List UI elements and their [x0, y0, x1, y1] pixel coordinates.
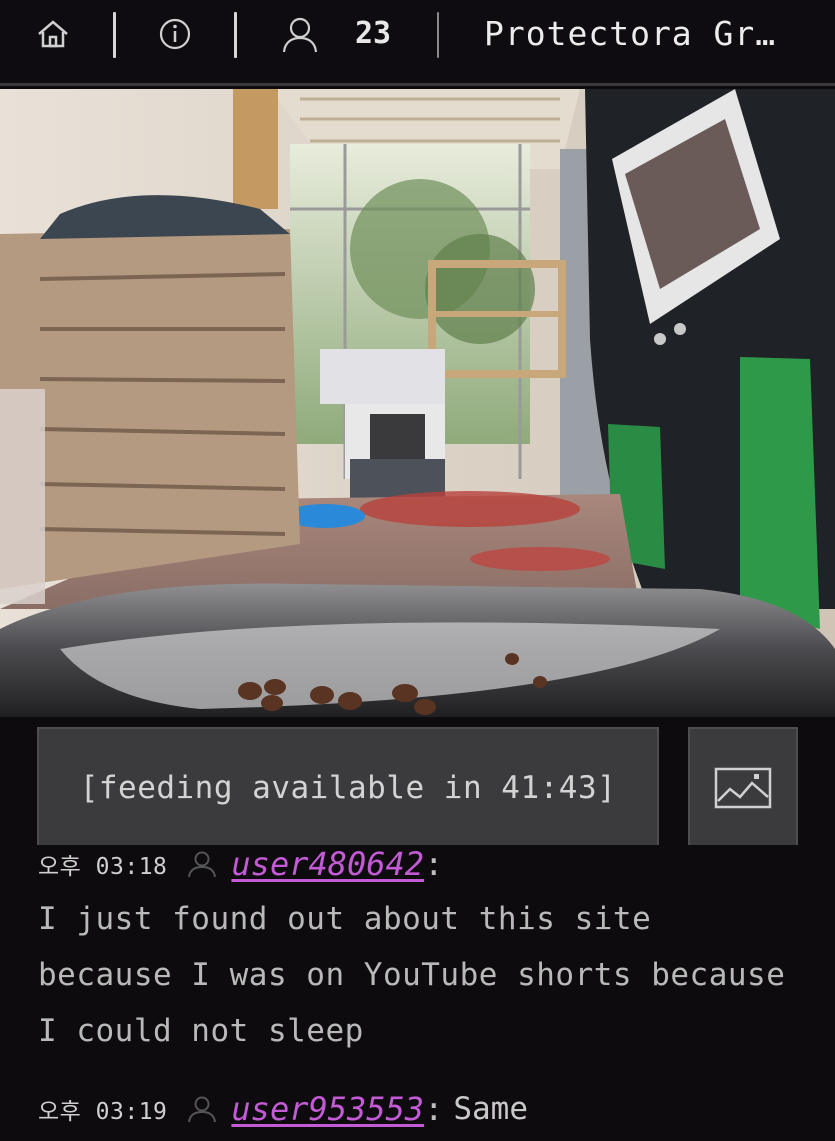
username-link[interactable]: user480642: [231, 845, 424, 883]
stream-scene: [0, 89, 835, 717]
room-title[interactable]: Protectora Gr…: [484, 12, 776, 56]
chat-panel[interactable]: 오후 03:18 user480642 : I just found out a…: [0, 845, 835, 1141]
user-icon: [187, 850, 217, 878]
divider: [234, 12, 237, 58]
user-icon: [187, 1095, 217, 1123]
viewer-count: 23: [355, 16, 392, 51]
image-icon: [714, 767, 772, 809]
user-icon: [280, 14, 320, 54]
message-meta: 오후 03:19 user953553 : Same: [38, 1090, 808, 1128]
message-text: I just found out about this site because…: [38, 901, 786, 1049]
chat-message: 오후 03:19 user953553 : Same: [38, 1090, 808, 1128]
colon: :: [424, 1090, 444, 1128]
username-link[interactable]: user953553: [231, 1090, 424, 1128]
feed-button[interactable]: [feeding available in 41:43]: [37, 727, 659, 849]
divider: [113, 12, 116, 58]
message-meta: 오후 03:18 user480642 :: [38, 845, 808, 883]
message-time: 오후 03:19: [38, 1099, 168, 1125]
live-stream-video[interactable]: [0, 89, 835, 717]
message-text: Same: [453, 1091, 528, 1127]
top-bar: 23 Protectora Gr…: [0, 0, 835, 86]
snapshot-button[interactable]: [688, 727, 798, 849]
divider: [437, 12, 439, 58]
chat-message: 오후 03:18 user480642 : I just found out a…: [38, 845, 808, 1059]
message-time: 오후 03:18: [38, 854, 168, 880]
home-icon[interactable]: [33, 14, 73, 54]
feed-controls: [feeding available in 41:43]: [0, 717, 835, 852]
info-icon[interactable]: [155, 14, 195, 54]
colon: :: [424, 845, 444, 883]
